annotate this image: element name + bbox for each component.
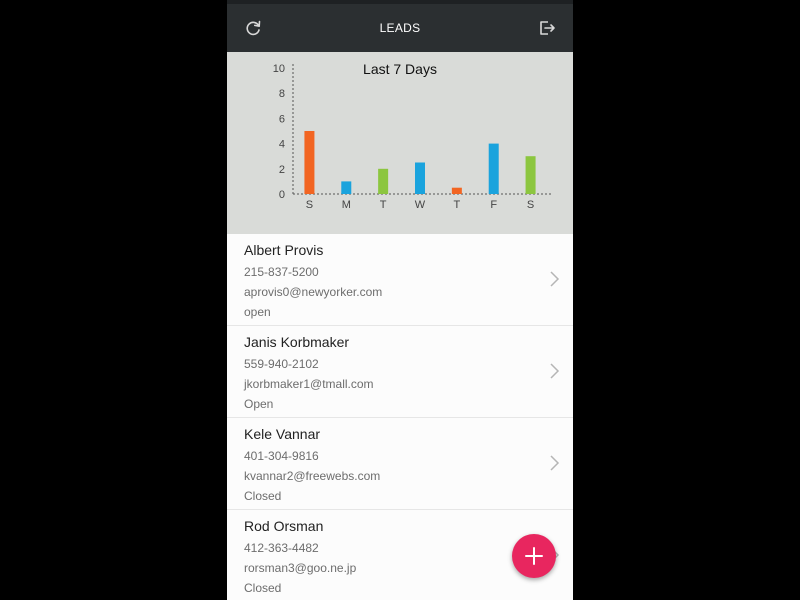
chevron-right-icon: [550, 455, 560, 471]
lead-phone: 215-837-5200: [244, 265, 319, 279]
page-title: LEADS: [379, 21, 421, 35]
lead-phone: 412-363-4482: [244, 541, 319, 555]
x-tick-label: S: [306, 199, 313, 211]
bar: [378, 168, 389, 194]
y-tick-label: 2: [279, 164, 285, 176]
app-bar: LEADS: [227, 4, 573, 52]
bar: [525, 156, 536, 194]
bar: [304, 131, 315, 194]
x-tick-label: W: [415, 199, 426, 211]
lead-item-janis-korbmaker[interactable]: Janis Korbmaker 559-940-2102 jkorbmaker1…: [227, 326, 573, 418]
logout-icon[interactable]: [535, 16, 559, 40]
lead-status: Closed: [244, 489, 282, 503]
y-tick-label: 4: [279, 139, 285, 151]
lead-email: rorsman3@goo.ne.jp: [244, 561, 357, 575]
y-tick-label: 0: [279, 189, 285, 201]
lead-name: Kele Vannar: [244, 426, 321, 442]
bar: [488, 143, 499, 194]
lead-email: jkorbmaker1@tmall.com: [244, 377, 374, 391]
plus-icon: [525, 547, 543, 565]
x-tick-label: F: [490, 199, 497, 211]
x-tick-label: T: [380, 199, 387, 211]
bar-chart: Last 7 Days 0 2 4 6 8 10 S M T W T F S: [273, 61, 551, 211]
lead-name: Rod Orsman: [244, 518, 324, 534]
x-tick-label: T: [453, 199, 460, 211]
chevron-right-icon: [550, 363, 560, 379]
lead-item-kele-vannar[interactable]: Kele Vannar 401-304-9816 kvannar2@freewe…: [227, 418, 573, 510]
chart-title: Last 7 Days: [363, 61, 437, 77]
y-tick-label: 8: [279, 88, 285, 100]
bar: [415, 162, 425, 194]
lead-name: Janis Korbmaker: [244, 334, 350, 350]
lead-email: aprovis0@newyorker.com: [244, 285, 383, 299]
bar: [341, 181, 352, 194]
phone-screen: LEADS Last 7 Days 0 2 4 6 8 10 S M T W T F S Albert P…: [227, 0, 573, 600]
bar: [451, 187, 462, 194]
y-tick-label: 10: [273, 63, 285, 75]
lead-status: Closed: [244, 581, 282, 595]
lead-status: Open: [244, 397, 274, 411]
lead-phone: 559-940-2102: [244, 357, 319, 371]
lead-status: open: [244, 305, 271, 319]
x-tick-label: M: [342, 199, 351, 211]
x-tick-label: S: [527, 199, 534, 211]
chevron-right-icon: [550, 271, 560, 287]
lead-item-albert-provis[interactable]: Albert Provis 215-837-5200 aprovis0@newy…: [227, 234, 573, 326]
add-lead-button[interactable]: [512, 534, 556, 578]
y-tick-label: 6: [279, 113, 285, 125]
chart-panel: Last 7 Days 0 2 4 6 8 10 S M T W T F S: [227, 52, 573, 234]
lead-phone: 401-304-9816: [244, 449, 319, 463]
lead-email: kvannar2@freewebs.com: [244, 469, 381, 483]
lead-name: Albert Provis: [244, 242, 324, 258]
